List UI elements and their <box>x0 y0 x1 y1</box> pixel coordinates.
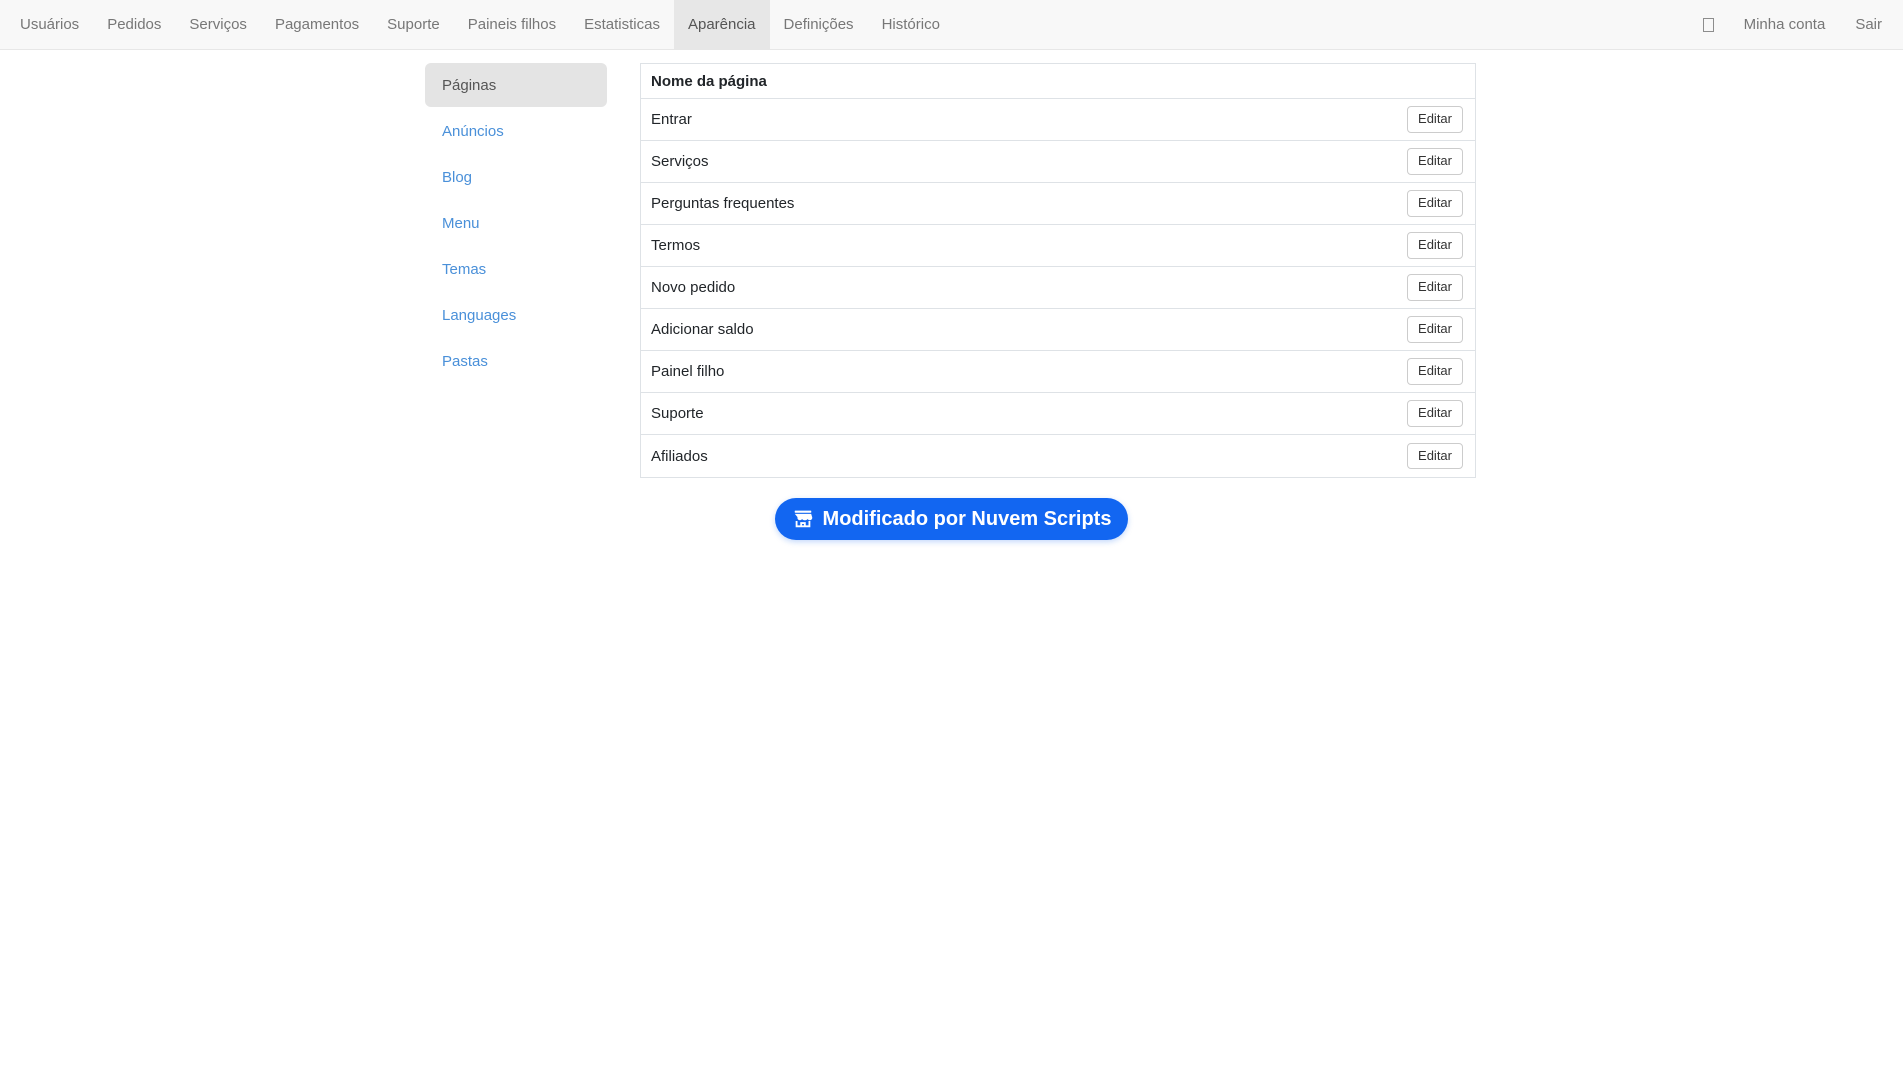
edit-button[interactable]: Editar <box>1407 190 1463 217</box>
page-name: Painel filho <box>651 363 725 380</box>
edit-button[interactable]: Editar <box>1407 232 1463 259</box>
table-row: Suporte Editar <box>641 393 1475 435</box>
top-navbar: Usuários Pedidos Serviços Pagamentos Sup… <box>0 0 1903 50</box>
table-row: Afiliados Editar <box>641 435 1475 477</box>
content-area: Páginas Anúncios Blog Menu Temas Languag… <box>0 50 1903 486</box>
footer: Modificado por Nuvem Scripts <box>0 498 1903 540</box>
sidebar-item-paginas[interactable]: Páginas <box>425 63 607 107</box>
sidebar-item-pastas[interactable]: Pastas <box>425 339 607 383</box>
page-name: Adicionar saldo <box>651 321 754 338</box>
nav-item-minha-conta[interactable]: Minha conta <box>1729 0 1841 49</box>
table-row: Serviços Editar <box>641 141 1475 183</box>
sidebar-item-languages[interactable]: Languages <box>425 293 607 337</box>
edit-button[interactable]: Editar <box>1407 400 1463 427</box>
sidebar-item-temas[interactable]: Temas <box>425 247 607 291</box>
nav-item-usuarios[interactable]: Usuários <box>6 0 93 49</box>
table-row: Adicionar saldo Editar <box>641 309 1475 351</box>
edit-button[interactable]: Editar <box>1407 316 1463 343</box>
page-name: Suporte <box>651 405 704 422</box>
page-name: Serviços <box>651 153 709 170</box>
sidebar-item-anuncios[interactable]: Anúncios <box>425 109 607 153</box>
edit-button[interactable]: Editar <box>1407 106 1463 133</box>
pages-table: Nome da página Entrar Editar Serviços Ed… <box>640 63 1476 478</box>
table-row: Termos Editar <box>641 225 1475 267</box>
edit-button[interactable]: Editar <box>1407 148 1463 175</box>
edit-button[interactable]: Editar <box>1407 274 1463 301</box>
table-header: Nome da página <box>641 64 1475 99</box>
nav-item-pagamentos[interactable]: Pagamentos <box>261 0 373 49</box>
nav-item-pedidos[interactable]: Pedidos <box>93 0 175 49</box>
nav-item-aparencia[interactable]: Aparência <box>673 0 770 49</box>
nav-item-estatisticas[interactable]: Estatisticas <box>570 0 674 49</box>
modified-by-label: Modificado por Nuvem Scripts <box>822 507 1112 530</box>
table-row: Perguntas frequentes Editar <box>641 183 1475 225</box>
appearance-sidebar: Páginas Anúncios Blog Menu Temas Languag… <box>425 63 607 385</box>
storefront-icon <box>792 508 814 530</box>
table-row: Novo pedido Editar <box>641 267 1475 309</box>
nav-item-definicoes[interactable]: Definições <box>770 0 868 49</box>
navbar-icon-button[interactable] <box>1688 0 1729 49</box>
page-name: Perguntas frequentes <box>651 195 795 212</box>
nav-item-paineis-filhos[interactable]: Paineis filhos <box>454 0 570 49</box>
edit-button[interactable]: Editar <box>1407 358 1463 385</box>
page-name: Novo pedido <box>651 279 736 296</box>
nav-item-sair[interactable]: Sair <box>1840 0 1897 49</box>
sidebar-item-menu[interactable]: Menu <box>425 201 607 245</box>
nav-item-suporte[interactable]: Suporte <box>373 0 454 49</box>
modified-by-button[interactable]: Modificado por Nuvem Scripts <box>774 498 1129 540</box>
table-row: Painel filho Editar <box>641 351 1475 393</box>
nav-item-historico[interactable]: Histórico <box>868 0 954 49</box>
main-nav: Usuários Pedidos Serviços Pagamentos Sup… <box>0 0 954 49</box>
nav-item-servicos[interactable]: Serviços <box>175 0 261 49</box>
navbar-right: Minha conta Sair <box>1682 0 1903 49</box>
page-name: Termos <box>651 237 701 254</box>
missing-glyph-icon <box>1702 17 1714 32</box>
table-header-label: Nome da página <box>651 72 767 90</box>
sidebar-item-blog[interactable]: Blog <box>425 155 607 199</box>
page-name: Afiliados <box>651 447 708 465</box>
edit-button[interactable]: Editar <box>1407 442 1463 470</box>
page-name: Entrar <box>651 111 692 128</box>
table-row: Entrar Editar <box>641 99 1475 141</box>
